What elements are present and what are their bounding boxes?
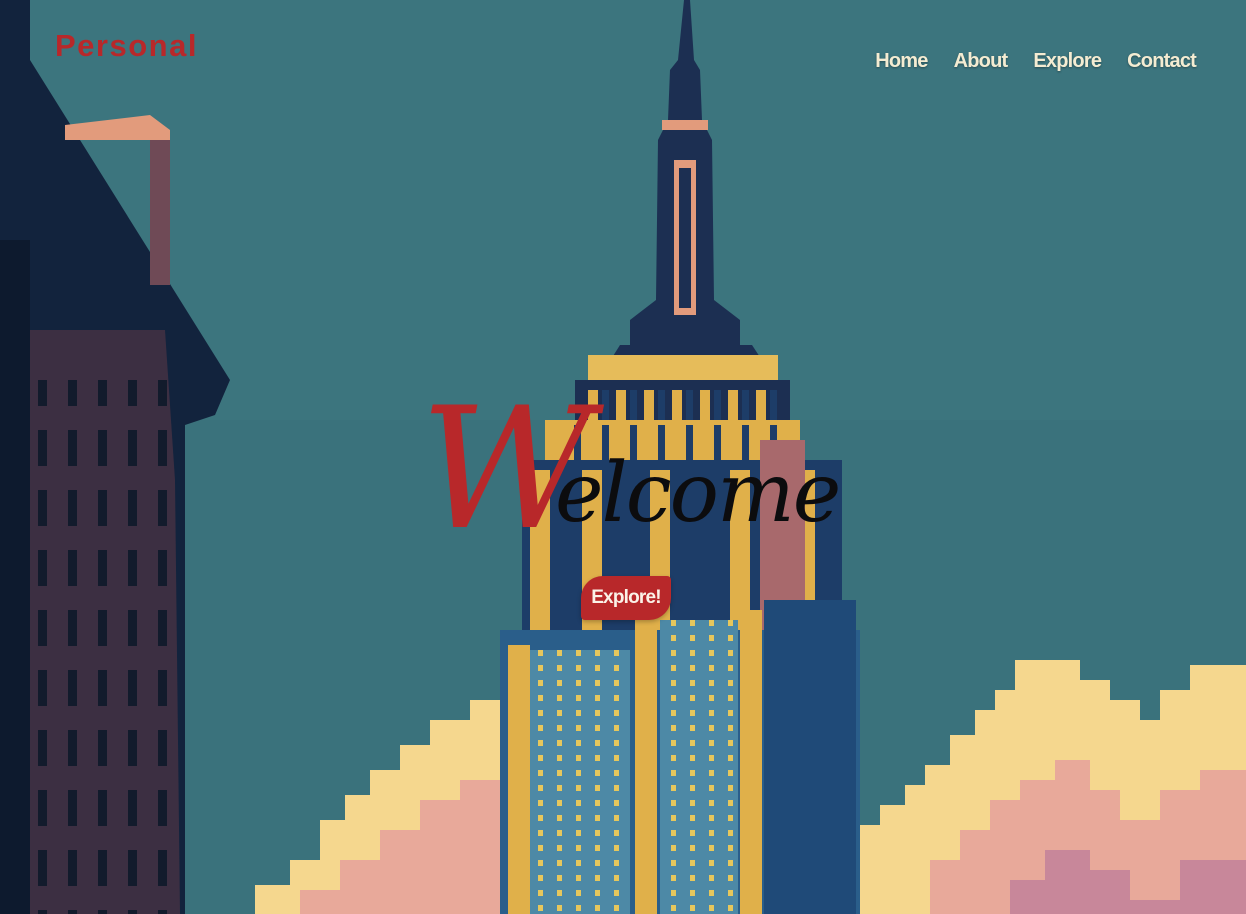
nav-link-home[interactable]: Home (875, 50, 928, 73)
nav-link-explore[interactable]: Explore (1033, 50, 1102, 73)
explore-button[interactable]: Explore! (581, 576, 671, 620)
nav-link-about[interactable]: About (954, 50, 1009, 73)
site-brand-logo[interactable]: Personal (55, 30, 198, 61)
hero-welcome-title: W elcome (420, 385, 860, 565)
welcome-rest-text: elcome (555, 446, 841, 541)
main-nav: Home About Explore Contact (875, 50, 1197, 73)
nav-link-contact[interactable]: Contact (1127, 50, 1197, 73)
